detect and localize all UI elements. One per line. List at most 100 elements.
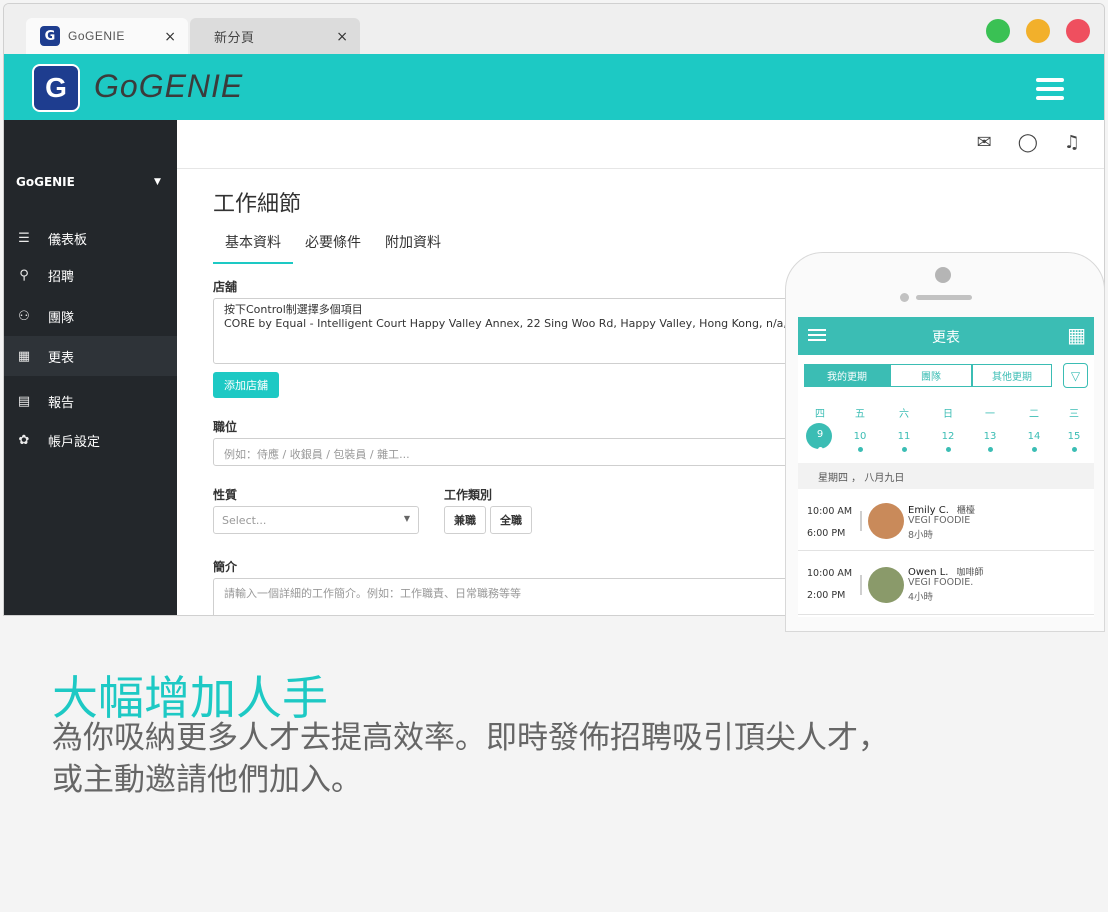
job-type-label: 工作類別: [444, 488, 493, 502]
logo-icon[interactable]: G: [32, 64, 80, 112]
tab-requirements[interactable]: 必要條件: [293, 232, 373, 264]
day-number[interactable]: 14: [1014, 431, 1054, 442]
calendar-icon[interactable]: ▦: [1067, 323, 1086, 347]
sidebar-item-dashboard[interactable]: ☰ 儀表板: [4, 218, 177, 258]
store-select[interactable]: 按下Control制選擇多個項目 CORE by Equal - Intelli…: [213, 298, 813, 364]
recruit-icon: ⚲: [19, 267, 29, 283]
position-placeholder: 例如：侍應 / 收銀員 / 包裝員 / 雜工...: [224, 448, 410, 461]
window-dot-green[interactable]: [986, 19, 1010, 43]
shift-dot: [902, 447, 907, 452]
day-number[interactable]: 13: [970, 431, 1010, 442]
window-dot-yellow[interactable]: [1026, 19, 1050, 43]
day-number[interactable]: 15: [1054, 431, 1094, 442]
shift-hours: 4小時: [908, 592, 934, 603]
segment-other-shifts[interactable]: 其他更期: [972, 364, 1052, 387]
date-label: 星期四 ， 八月九日: [798, 463, 1094, 489]
tab-bar: G GoGENIE × 新分頁 ×: [4, 4, 1104, 54]
phone-mockup: 更表 ▦ 我的更期 團隊 其他更期 ▽ 四 9 五 10 六 11 日 12 一 13 二 14 三 15…: [785, 252, 1105, 632]
shift-row[interactable]: 10:00 AM 6:00 PM Emily C. 櫃檯 VEGI FOODIE …: [798, 489, 1094, 551]
company-name: VEGI FOODIE: [908, 515, 971, 526]
phone-header: 更表 ▦: [798, 317, 1094, 355]
close-icon[interactable]: ×: [164, 29, 176, 45]
weekday-label: 日: [943, 409, 953, 420]
nature-select[interactable]: Select... ▼: [213, 506, 419, 534]
full-time-option[interactable]: 全職: [490, 506, 532, 534]
shift-row[interactable]: 10:00 AM 2:00 PM Owen L. 咖啡師 VEGI FOODIE.…: [798, 553, 1094, 615]
intro-textarea[interactable]: 請輸入一個詳細的工作簡介。例如：工作職責、日常職務等等: [213, 578, 813, 615]
bell-icon[interactable]: ♫: [1064, 132, 1080, 153]
sidebar-item-settings[interactable]: ✿ 帳戶設定: [4, 420, 177, 460]
org-selector[interactable]: GoGENIE: [16, 175, 75, 189]
sidebar-item-label: 團隊: [48, 310, 75, 326]
shift-dot: [946, 447, 951, 452]
avatar: [868, 503, 904, 539]
store-label: 店舖: [213, 280, 238, 294]
browser-tab-gogenie[interactable]: G GoGENIE ×: [26, 18, 188, 54]
weekday-label: 五: [855, 409, 865, 420]
phone-title: 更表: [932, 330, 960, 346]
weekday-label: 一: [985, 409, 995, 420]
gogenie-favicon-icon: G: [40, 26, 60, 46]
shift-dot: [818, 447, 823, 452]
description-line: 或主動邀請他們加入。: [52, 762, 362, 798]
logo-text: GoGENIE: [94, 68, 244, 104]
weekday-label: 四: [815, 409, 825, 420]
day-number[interactable]: 9: [800, 429, 840, 440]
top-icons: ✉ ◯ ♫: [977, 132, 1080, 153]
sidebar-item-label: 帳戶設定: [48, 434, 101, 450]
add-store-button[interactable]: 添加店舖: [213, 372, 279, 398]
segment-my-shifts[interactable]: 我的更期: [804, 364, 890, 387]
tab-additional-info[interactable]: 附加資料: [373, 232, 453, 264]
sidebar-item-team[interactable]: ⚇ 團隊: [4, 296, 177, 336]
filter-icon[interactable]: ▽: [1063, 363, 1088, 388]
chat-icon[interactable]: ◯: [1018, 132, 1038, 153]
sidebar-item-label: 報告: [48, 395, 75, 411]
day-number[interactable]: 10: [840, 431, 880, 442]
menu-icon[interactable]: [1036, 78, 1064, 105]
shift-end: 6:00 PM: [807, 528, 846, 539]
caret-down-icon[interactable]: ▼: [154, 177, 161, 187]
intro-placeholder: 請輸入一個詳細的工作簡介。例如：工作職責、日常職務等等: [224, 587, 521, 600]
shift-dot: [858, 447, 863, 452]
chevron-down-icon: ▼: [403, 514, 410, 523]
weekday-label: 三: [1069, 409, 1079, 420]
weekday-label: 六: [899, 409, 909, 420]
close-icon[interactable]: ×: [336, 29, 348, 45]
report-icon: ▤: [17, 393, 31, 409]
position-input[interactable]: 例如：侍應 / 收銀員 / 包裝員 / 雜工...: [213, 438, 813, 466]
phone-speaker: [916, 295, 972, 300]
nature-placeholder: Select...: [222, 514, 267, 527]
shift-dot: [1032, 447, 1037, 452]
window-dot-red[interactable]: [1066, 19, 1090, 43]
part-time-option[interactable]: 兼職: [444, 506, 486, 534]
schedule-icon: ▦: [17, 348, 31, 364]
browser-tab-new[interactable]: 新分頁 ×: [190, 18, 360, 54]
store-option[interactable]: CORE by Equal - Intelligent Court Happy …: [224, 317, 812, 331]
phone-screen: 更表 ▦ 我的更期 團隊 其他更期 ▽ 四 9 五 10 六 11 日 12 一 13 二 14 三 15…: [798, 317, 1094, 617]
shift-start: 10:00 AM: [807, 506, 853, 517]
sidebar-item-label: 更表: [48, 350, 75, 366]
tab-basic-info[interactable]: 基本資料: [213, 232, 293, 264]
team-icon: ⚇: [18, 308, 30, 324]
shift-end: 2:00 PM: [807, 590, 846, 601]
phone-camera: [935, 267, 951, 283]
nature-label: 性質: [213, 488, 238, 502]
day-number[interactable]: 12: [928, 431, 968, 442]
shift-line: [860, 511, 862, 531]
tab-title: 新分頁: [214, 29, 255, 45]
sidebar-item-schedule[interactable]: ▦ 更表: [4, 336, 177, 376]
sidebar-item-recruit[interactable]: ⚲ 招聘: [4, 255, 177, 295]
sidebar-item-report[interactable]: ▤ 報告: [4, 381, 177, 421]
description-line: 為你吸納更多人才去提高效率。即時發佈招聘吸引頂尖人才，: [52, 720, 889, 756]
mail-icon[interactable]: ✉: [977, 132, 992, 153]
gear-icon: ✿: [18, 432, 30, 448]
divider: [177, 168, 1104, 169]
tab-title: GoGENIE: [68, 29, 125, 43]
store-hint: 按下Control制選擇多個項目: [224, 303, 363, 316]
intro-label: 簡介: [213, 560, 238, 574]
shift-dot: [1072, 447, 1077, 452]
day-number[interactable]: 11: [884, 431, 924, 442]
shift-line: [860, 575, 862, 595]
weekday-label: 二: [1029, 409, 1039, 420]
segment-team[interactable]: 團隊: [890, 364, 972, 387]
